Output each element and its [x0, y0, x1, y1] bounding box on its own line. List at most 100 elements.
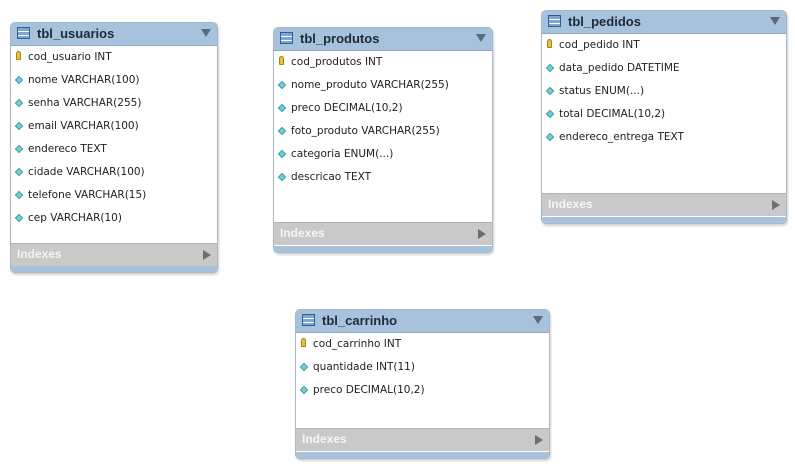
column-label: email VARCHAR(100)	[28, 120, 139, 132]
column-diamond-icon	[277, 172, 287, 182]
column-label: categoria ENUM(...)	[291, 148, 394, 160]
column-diamond-icon	[545, 86, 555, 96]
chevron-down-icon[interactable]	[201, 29, 211, 37]
column-row[interactable]: quantidade INT(11)	[296, 356, 549, 379]
column-diamond-icon	[299, 385, 309, 395]
column-row[interactable]: categoria ENUM(...)	[274, 143, 492, 166]
key-icon	[16, 51, 21, 60]
column-row[interactable]: foto_produto VARCHAR(255)	[274, 120, 492, 143]
column-label: cod_pedido INT	[559, 39, 640, 51]
column-diamond-icon	[14, 167, 24, 177]
column-diamond-icon	[277, 126, 287, 136]
column-row[interactable]: email VARCHAR(100)	[11, 115, 217, 138]
key-icon	[301, 338, 306, 347]
table-header[interactable]: tbl_pedidos	[542, 11, 786, 34]
key-icon	[547, 39, 552, 48]
column-label: endereco TEXT	[28, 143, 107, 155]
table-columns: cod_carrinho INT quantidade INT(11) prec…	[296, 333, 549, 402]
column-diamond-icon	[277, 149, 287, 159]
column-row[interactable]: preco DECIMAL(10,2)	[296, 379, 549, 402]
column-label: telefone VARCHAR(15)	[28, 189, 147, 201]
table-title: tbl_produtos	[300, 31, 380, 46]
column-row[interactable]: endereco TEXT	[11, 138, 217, 161]
table-header[interactable]: tbl_produtos	[274, 28, 492, 51]
column-label: cod_carrinho INT	[313, 338, 402, 350]
column-diamond-icon	[14, 75, 24, 85]
column-label: endereco_entrega TEXT	[559, 131, 684, 143]
column-label: nome_produto VARCHAR(255)	[291, 79, 449, 91]
column-label: foto_produto VARCHAR(255)	[291, 125, 440, 137]
key-icon	[279, 56, 284, 65]
chevron-down-icon[interactable]	[533, 316, 543, 324]
table-icon	[280, 32, 293, 44]
table-tbl-produtos[interactable]: tbl_produtos cod_produtos INT nome_produ…	[273, 27, 493, 253]
column-diamond-icon	[277, 103, 287, 113]
column-label: status ENUM(...)	[559, 85, 645, 97]
column-diamond-icon	[14, 213, 24, 223]
column-row[interactable]: cod_pedido INT	[542, 34, 786, 57]
indexes-label: Indexes	[17, 247, 62, 261]
column-row[interactable]: telefone VARCHAR(15)	[11, 184, 217, 207]
column-row[interactable]: nome VARCHAR(100)	[11, 69, 217, 92]
column-row[interactable]: data_pedido DATETIME	[542, 57, 786, 80]
column-label: preco DECIMAL(10,2)	[313, 384, 425, 396]
column-label: cod_usuario INT	[28, 51, 112, 63]
table-tbl-carrinho[interactable]: tbl_carrinho cod_carrinho INT quantidade…	[295, 309, 550, 459]
column-row[interactable]: senha VARCHAR(255)	[11, 92, 217, 115]
column-label: preco DECIMAL(10,2)	[291, 102, 403, 114]
table-title: tbl_carrinho	[322, 313, 398, 328]
column-label: cep VARCHAR(10)	[28, 212, 122, 224]
column-diamond-icon	[14, 144, 24, 154]
column-diamond-icon	[14, 121, 24, 131]
indexes-section[interactable]: Indexes	[11, 243, 217, 266]
column-row[interactable]: status ENUM(...)	[542, 80, 786, 103]
table-footer	[11, 266, 217, 272]
table-header[interactable]: tbl_usuarios	[11, 23, 217, 46]
column-diamond-icon	[14, 98, 24, 108]
column-row[interactable]: preco DECIMAL(10,2)	[274, 97, 492, 120]
table-icon	[548, 15, 561, 27]
table-columns: cod_usuario INT nome VARCHAR(100) senha …	[11, 46, 217, 230]
column-row[interactable]: nome_produto VARCHAR(255)	[274, 74, 492, 97]
indexes-section[interactable]: Indexes	[542, 193, 786, 216]
table-tbl-pedidos[interactable]: tbl_pedidos cod_pedido INT data_pedido D…	[541, 10, 787, 224]
table-title: tbl_usuarios	[37, 26, 115, 41]
chevron-right-icon[interactable]	[203, 250, 211, 260]
column-diamond-icon	[545, 132, 555, 142]
column-row[interactable]: total DECIMAL(10,2)	[542, 103, 786, 126]
column-label: descricao TEXT	[291, 171, 372, 183]
column-diamond-icon	[545, 109, 555, 119]
table-header[interactable]: tbl_carrinho	[296, 310, 549, 333]
column-label: nome VARCHAR(100)	[28, 74, 140, 86]
table-title: tbl_pedidos	[568, 14, 641, 29]
table-icon	[302, 314, 315, 326]
indexes-label: Indexes	[280, 226, 325, 240]
table-footer	[274, 246, 492, 252]
column-label: senha VARCHAR(255)	[28, 97, 142, 109]
chevron-right-icon[interactable]	[535, 435, 543, 445]
indexes-section[interactable]: Indexes	[274, 222, 492, 245]
chevron-right-icon[interactable]	[478, 229, 486, 239]
indexes-section[interactable]: Indexes	[296, 428, 549, 451]
column-row[interactable]: cidade VARCHAR(100)	[11, 161, 217, 184]
column-label: cod_produtos INT	[291, 56, 383, 68]
column-diamond-icon	[545, 63, 555, 73]
column-label: total DECIMAL(10,2)	[559, 108, 666, 120]
indexes-label: Indexes	[302, 432, 347, 446]
chevron-down-icon[interactable]	[770, 17, 780, 25]
chevron-right-icon[interactable]	[772, 200, 780, 210]
column-diamond-icon	[277, 80, 287, 90]
column-row[interactable]: cod_produtos INT	[274, 51, 492, 74]
table-footer	[542, 217, 786, 223]
column-row[interactable]: cod_usuario INT	[11, 46, 217, 69]
table-columns: cod_produtos INT nome_produto VARCHAR(25…	[274, 51, 492, 189]
table-footer	[296, 452, 549, 458]
table-icon	[17, 27, 30, 39]
column-label: quantidade INT(11)	[313, 361, 415, 373]
column-row[interactable]: descricao TEXT	[274, 166, 492, 189]
column-row[interactable]: cod_carrinho INT	[296, 333, 549, 356]
table-tbl-usuarios[interactable]: tbl_usuarios cod_usuario INT nome VARCHA…	[10, 22, 218, 273]
column-row[interactable]: cep VARCHAR(10)	[11, 207, 217, 230]
chevron-down-icon[interactable]	[476, 34, 486, 42]
column-row[interactable]: endereco_entrega TEXT	[542, 126, 786, 149]
